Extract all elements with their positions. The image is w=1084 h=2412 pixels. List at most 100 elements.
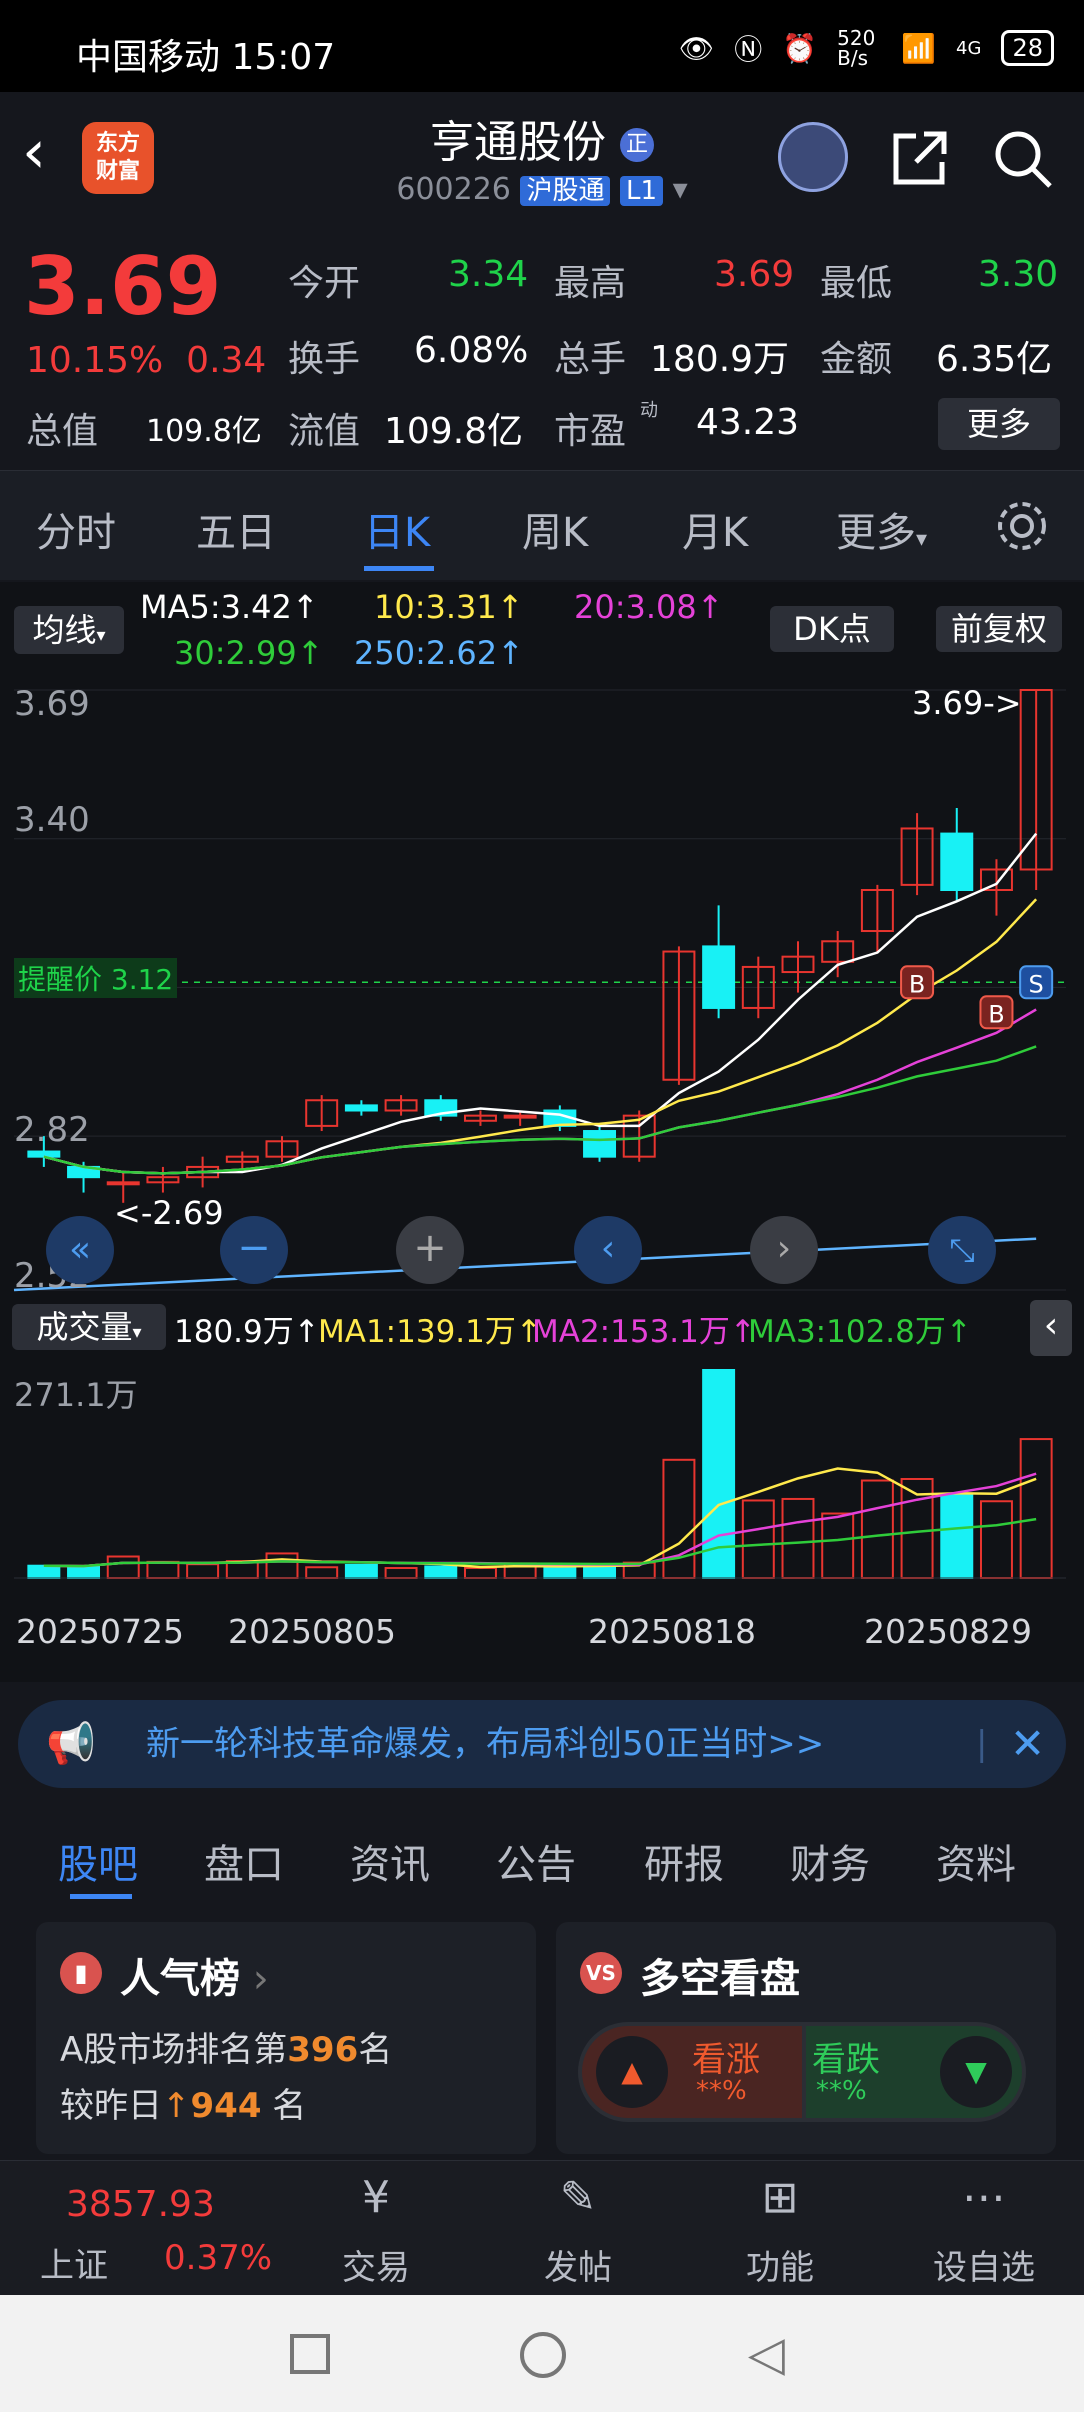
vol-ma3-line [43,1517,1037,1568]
dk-point-button[interactable]: DK点 [770,606,894,652]
recents-icon[interactable] [290,2334,330,2374]
volume-bar[interactable] [821,1512,855,1580]
ma20-line [43,1008,1037,1175]
low-value: 3.30 [978,254,1059,295]
trade-label[interactable]: 交易 [330,2240,422,2289]
float-value: 109.8亿 [384,411,524,452]
candle-body[interactable] [106,1181,140,1186]
volume-bar[interactable] [860,1479,894,1579]
volume-indicator-button[interactable]: 成交量▾ [12,1304,166,1350]
popularity-card[interactable]: ▮ 人气榜 › A股市场排名第396名 较昨日↑944 名 [36,1922,536,2154]
expand-icon[interactable]: ⤡ [928,1216,996,1284]
more-button[interactable]: 更多 [938,398,1060,450]
volume-bar[interactable] [305,1566,339,1579]
y-tick-max: 3.69 [14,684,90,724]
popularity-title-text: 人气榜 [120,1956,240,2002]
prev-icon[interactable]: ‹ [574,1216,642,1284]
eye-icon: 👁 [678,31,715,65]
candle-body[interactable] [583,1130,617,1158]
volume-bar[interactable] [781,1497,815,1580]
tab-underline [364,566,434,571]
share-icon[interactable] [888,126,952,190]
promo-banner[interactable]: 📢 新一轮科技革命爆发，布局科创50正当时>> | ✕ [18,1700,1066,1788]
caret-down-icon: ▾ [132,1322,142,1343]
volume-bar[interactable] [940,1493,974,1579]
tab-more[interactable]: 更多▾ [836,500,927,558]
trade-icon[interactable]: ¥ [330,2172,422,2223]
edit-icon[interactable]: ✎ [532,2172,624,2223]
volume-bar[interactable] [583,1565,617,1580]
index-value[interactable]: 3857.93 [66,2184,215,2225]
add-watchlist-label[interactable]: 设自选 [924,2240,1044,2289]
home-icon[interactable] [520,2332,566,2378]
tab-news[interactable]: 资讯 [350,1832,430,1890]
volume-bar[interactable] [146,1560,180,1579]
candle-body[interactable] [503,1114,537,1119]
settings-icon[interactable] [994,498,1050,554]
volume-bar[interactable] [106,1555,140,1580]
tab-guba[interactable]: 股吧 [58,1832,138,1890]
arrow-up-icon: ↑ [162,2086,191,2126]
volume-bar[interactable] [384,1567,418,1579]
open-value: 3.34 [448,254,529,295]
volume-bar[interactable] [67,1565,101,1580]
date-tick-2: 20250805 [228,1612,396,1651]
ma-button[interactable]: 均线▾ [14,606,124,654]
alarm-icon: ⏰ [782,31,818,65]
pe-value: 43.23 [696,402,800,443]
volume-bar[interactable] [979,1500,1013,1580]
close-icon[interactable]: ✕ [1010,1700,1045,1788]
volume-chart[interactable] [0,1360,1084,1600]
nfc-icon: Ⓝ [734,33,763,66]
volume-bar[interactable] [186,1563,220,1580]
volume-bar[interactable] [424,1565,458,1580]
trade-marker-B[interactable]: B [979,995,1014,1030]
candle-body[interactable] [940,832,974,891]
next-icon[interactable]: › [750,1216,818,1284]
tab-announcement[interactable]: 公告 [496,1832,576,1890]
back-nav-icon[interactable]: ◁ [748,2326,785,2382]
zoom-in-icon[interactable]: + [396,1216,464,1284]
search-icon[interactable] [990,126,1054,190]
bull-pct: **% [696,2076,747,2106]
index-pct[interactable]: 0.37% [164,2238,272,2278]
turnover-label: 换手 [288,339,361,380]
robot-icon[interactable] [778,122,848,192]
candle-body[interactable] [27,1150,61,1158]
trade-marker-S[interactable]: S [1019,965,1054,1000]
function-label[interactable]: 功能 [734,2240,826,2289]
tab-5day[interactable]: 五日 [196,500,276,558]
bar-chart-icon: ▮ [60,1952,102,1994]
rewind-icon[interactable]: « [46,1216,114,1284]
candle-body[interactable] [702,945,736,1009]
bear-button[interactable]: 看跌 **% ▼ [806,2026,1022,2118]
volume-bar[interactable] [741,1499,775,1579]
more-dots-icon[interactable]: ⋯ [924,2172,1044,2223]
volume-bar[interactable] [265,1552,299,1580]
candle-body[interactable] [344,1104,378,1112]
volume-bar[interactable] [1019,1438,1053,1580]
rank-change-suffix: 名 [272,2086,307,2126]
index-name[interactable]: 上证 [40,2238,108,2287]
post-label[interactable]: 发帖 [532,2240,624,2289]
tab-intraday[interactable]: 分时 [36,500,116,558]
tab-daily-k[interactable]: 日K [364,500,430,558]
trade-marker-B[interactable]: B [900,965,935,1000]
tab-profile[interactable]: 资料 [936,1832,1016,1890]
reminder-price[interactable]: 提醒价 3.12 [14,958,178,998]
zoom-out-icon[interactable]: − [220,1216,288,1284]
grid-icon[interactable]: ⊞ [734,2172,826,2223]
tab-research[interactable]: 研报 [644,1832,724,1890]
tab-weekly-k[interactable]: 周K [522,500,588,558]
volume-bar[interactable] [463,1567,497,1579]
bull-button[interactable]: ▲ 看涨 **% [582,2026,802,2118]
tab-monthly-k[interactable]: 月K [682,500,748,558]
volume-bar[interactable] [27,1564,61,1580]
adjust-button[interactable]: 前复权 [936,606,1062,652]
bull-bear-card[interactable]: VS 多空看盘 ▲ 看涨 **% 看跌 **% ▼ [556,1922,1056,2154]
stock-code: 600226 [396,172,511,207]
volume-bar[interactable] [344,1563,378,1579]
tab-pankou[interactable]: 盘口 [204,1832,284,1890]
tab-finance[interactable]: 财务 [790,1832,870,1890]
collapse-icon[interactable]: ‹ [1030,1300,1072,1356]
